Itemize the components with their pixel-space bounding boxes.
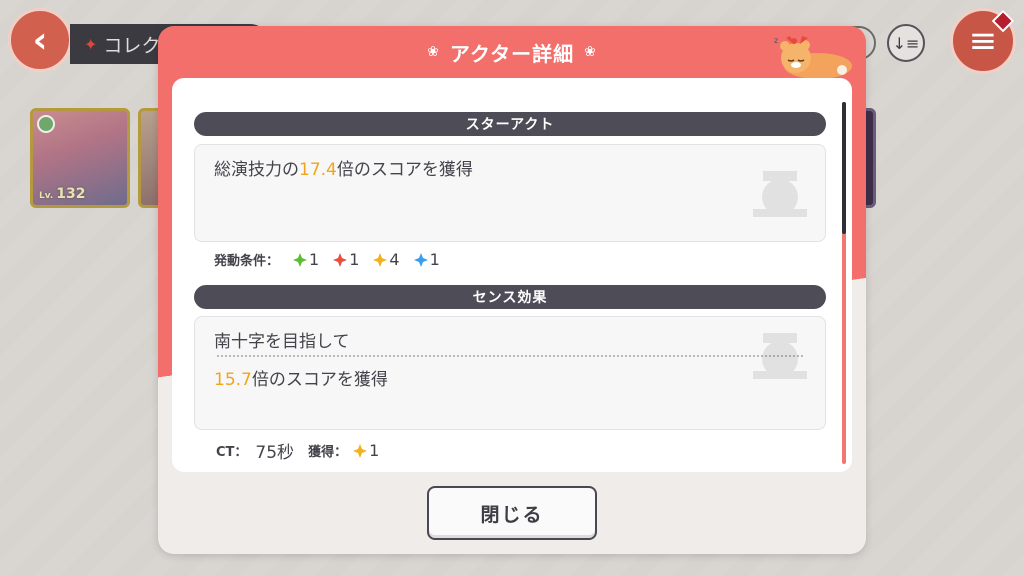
paw-icon: ❀ [427,44,440,60]
dialog-header: ❀ アクター詳細 ❀ [158,26,866,78]
menu-list-icon: ≡ [968,21,998,61]
sleeping-mascot-icon: z [774,36,852,79]
sort-order-button[interactable]: ↓≡ [887,24,925,62]
divider [217,355,803,357]
card-level: Lv. 132 [39,186,86,202]
scrollbar-thumb[interactable] [842,102,846,234]
condition-label: 発動条件： [214,254,280,269]
sort-order-icon: ↓≡ [892,33,920,53]
blue-sparkle-icon [413,252,428,267]
condition-yellow: 4 [373,250,400,269]
sense-header: センス効果 [194,285,826,309]
star-act-label: スターアクト [465,117,555,133]
star-act-multiplier: 17.4 [299,160,337,180]
sense-label: センス効果 [472,290,548,306]
ct-value: 75秒 [255,443,295,463]
sense-description: 15.7倍のスコアを獲得 [214,370,388,390]
collection-tab-label: コレク [103,34,161,57]
svg-text:z: z [774,36,778,45]
attribute-icon [37,115,55,133]
star-act-description: 総演技力の17.4倍のスコアを獲得 [214,160,473,180]
spotlight-icon [753,333,807,379]
sense-name: 南十字を目指して [214,332,350,352]
yellow-sparkle-icon [353,443,368,458]
close-button[interactable]: 閉じる [427,486,597,540]
star-act-description-box: 総演技力の17.4倍のスコアを獲得 [194,144,826,242]
sparkle-icon: ✦ [84,34,98,54]
actor-detail-dialog: ❀ アクター詳細 ❀ z スターアクト 総演技力の17.4倍のスコアを獲得 発動… [158,26,866,554]
sense-description-box: 南十字を目指して 15.7倍のスコアを獲得 [194,316,826,430]
green-sparkle-icon [293,252,308,267]
spotlight-icon [753,171,807,217]
dialog-content[interactable]: スターアクト 総演技力の17.4倍のスコアを獲得 発動条件： 1 1 4 1 セ… [172,78,852,472]
activation-conditions: 発動条件： 1 1 4 1 [214,250,446,269]
paw-icon: ❀ [584,44,597,60]
gain-label: 獲得： [308,445,348,460]
close-button-label: 閉じる [480,503,544,526]
actor-card[interactable]: Lv. 132 [30,108,130,208]
menu-button[interactable]: ≡ [950,8,1016,74]
condition-red: 1 [333,250,359,269]
back-arrow-icon: ‹ [32,19,48,61]
back-button[interactable]: ‹ [8,8,72,72]
gain-yellow: 1 [353,441,379,460]
yellow-sparkle-icon [373,252,388,267]
condition-green: 1 [293,250,319,269]
ct-label: CT： [216,445,248,460]
sense-stats: CT： 75秒 獲得： 1 [216,438,385,463]
dialog-title: アクター詳細 [449,41,575,66]
sense-multiplier: 15.7 [214,370,252,390]
condition-blue: 1 [413,250,440,269]
star-act-header: スターアクト [194,112,826,136]
red-sparkle-icon [333,252,348,267]
